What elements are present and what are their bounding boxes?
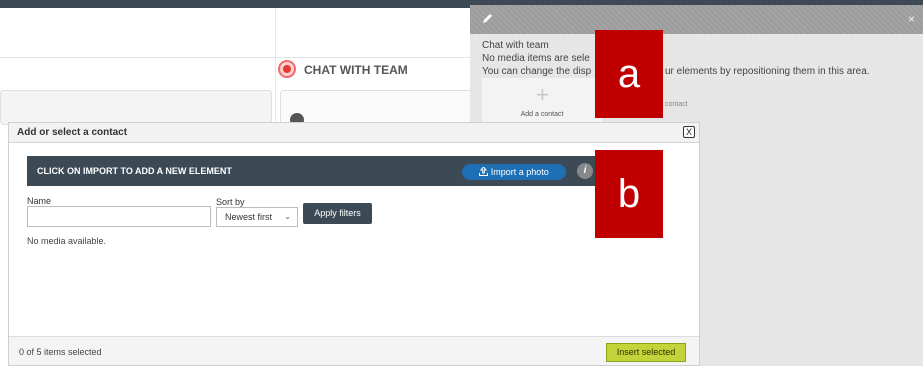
import-banner-text: CLICK ON IMPORT TO ADD A NEW ELEMENT bbox=[37, 166, 232, 176]
callout-label-b: b bbox=[595, 150, 663, 238]
import-photo-button[interactable]: Import a photo bbox=[462, 164, 566, 180]
upload-icon bbox=[479, 166, 491, 177]
info-icon[interactable]: i bbox=[577, 163, 593, 179]
insert-selected-button[interactable]: Insert selected bbox=[606, 343, 686, 362]
import-banner: CLICK ON IMPORT TO ADD A NEW ELEMENT Imp… bbox=[27, 156, 601, 186]
chat-with-team-title: CHAT WITH TEAM bbox=[304, 63, 408, 77]
background-right-card bbox=[280, 90, 472, 125]
settings-panel-header: × bbox=[470, 5, 923, 34]
callout-label-a: a bbox=[595, 30, 663, 118]
apply-filters-button[interactable]: Apply filters bbox=[303, 203, 372, 224]
background-left-card bbox=[0, 90, 272, 125]
dialog-footer: 0 of 5 items selected Insert selected bbox=[9, 336, 699, 365]
panel-hint-text-start: You can change the disp bbox=[482, 66, 592, 77]
chevron-down-icon: ⌄ bbox=[284, 212, 291, 221]
dialog-header: Add or select a contact X bbox=[9, 123, 699, 143]
background-divider bbox=[275, 8, 276, 126]
panel-hint-text-end: ur elements by repositioning them in thi… bbox=[665, 66, 870, 77]
sort-by-value: Newest first bbox=[225, 212, 273, 222]
panel-close-icon[interactable]: × bbox=[908, 12, 915, 26]
panel-empty-text: No media items are sele bbox=[482, 53, 590, 64]
name-filter-input[interactable] bbox=[27, 206, 211, 227]
name-filter-label: Name bbox=[27, 196, 52, 206]
record-dot-icon bbox=[278, 60, 296, 78]
pencil-icon[interactable] bbox=[482, 13, 494, 25]
contact-ghost-label: contact bbox=[665, 101, 688, 108]
selection-count: 0 of 5 items selected bbox=[19, 347, 102, 357]
add-contact-tile[interactable]: + Add a contact bbox=[482, 78, 602, 128]
import-photo-label: Import a photo bbox=[490, 167, 549, 177]
plus-icon: + bbox=[536, 82, 549, 107]
panel-title-text: Chat with team bbox=[482, 40, 549, 51]
sort-by-label: Sort by bbox=[216, 197, 245, 207]
sort-by-select[interactable]: Newest first ⌄ bbox=[216, 207, 298, 227]
dialog-title: Add or select a contact bbox=[17, 127, 128, 138]
screen: CHAT WITH TEAM × Chat with team No media… bbox=[0, 0, 923, 366]
background-header bbox=[0, 8, 470, 58]
no-media-text: No media available. bbox=[27, 236, 107, 246]
add-contact-label: Add a contact bbox=[520, 111, 564, 118]
dialog-close-button[interactable]: X bbox=[683, 126, 695, 138]
